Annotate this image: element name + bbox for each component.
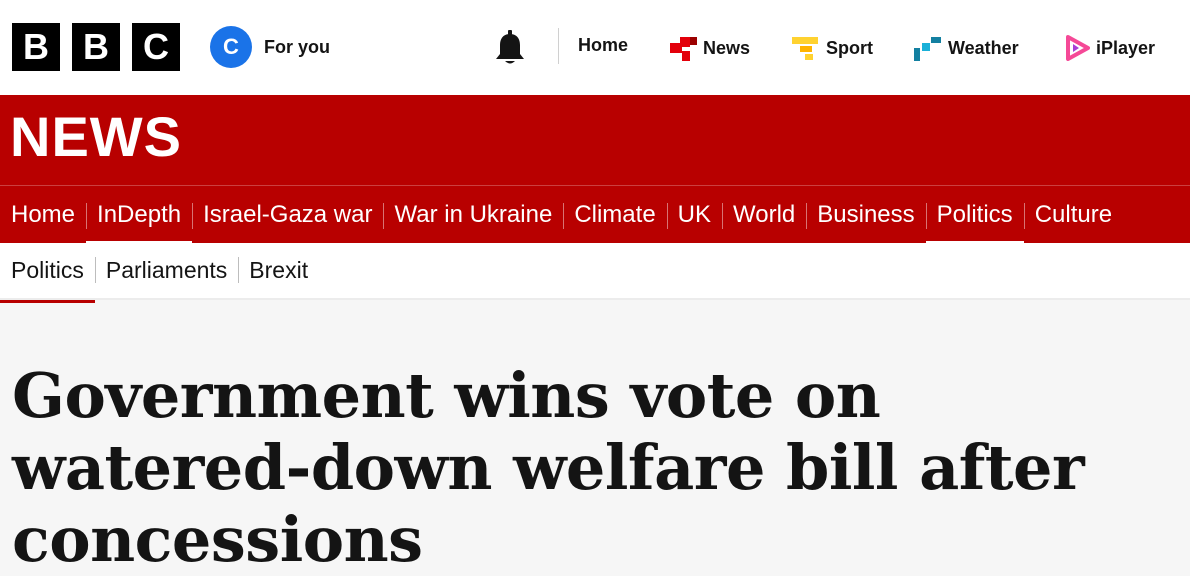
bbc-logo-letter: C (132, 23, 180, 71)
for-you-label: For you (264, 36, 330, 57)
top-link-news[interactable]: News (670, 35, 750, 61)
weather-icon (914, 37, 941, 61)
nav-item-business[interactable]: Business (806, 186, 925, 244)
primary-nav: Home InDepth Israel-Gaza war War in Ukra… (0, 185, 1190, 245)
subnav-item-politics[interactable]: Politics (0, 243, 95, 303)
article-headline: Government wins vote on watered-down wel… (12, 359, 1085, 576)
news-icon (670, 37, 697, 61)
top-link-label: Weather (948, 37, 1019, 58)
top-divider (558, 28, 559, 64)
top-link-iplayer[interactable]: iPlayer (1066, 35, 1155, 61)
nav-item-home[interactable]: Home (0, 186, 86, 244)
news-masthead: NEWS (0, 95, 1190, 185)
bbc-logo[interactable]: B B C (12, 23, 180, 71)
avatar: C (210, 26, 252, 68)
top-link-label: News (703, 37, 751, 58)
sport-icon (792, 37, 818, 60)
top-link-label: Sport (826, 37, 873, 58)
nav-item-climate[interactable]: Climate (563, 186, 666, 244)
secondary-nav: Politics Parliaments Brexit (0, 243, 1190, 303)
top-link-label: iPlayer (1096, 37, 1156, 58)
subnav-item-brexit[interactable]: Brexit (238, 243, 319, 298)
section-title[interactable]: NEWS (10, 109, 182, 165)
nav-item-world[interactable]: World (722, 186, 806, 244)
top-account-bar: B B C C For you Home News Sport Weather … (0, 0, 1190, 95)
nav-item-israel-gaza-war[interactable]: Israel-Gaza war (192, 186, 383, 244)
top-link-label: Home (578, 35, 629, 55)
bbc-logo-letter: B (12, 23, 60, 71)
bell-icon[interactable] (494, 30, 526, 66)
nav-item-indepth[interactable]: InDepth (86, 186, 193, 245)
top-link-home[interactable]: Home (578, 35, 628, 56)
for-you-button[interactable]: C For you (210, 26, 330, 68)
nav-item-politics[interactable]: Politics (925, 186, 1024, 245)
nav-item-uk[interactable]: UK (666, 186, 722, 244)
iplayer-icon (1066, 35, 1090, 61)
nav-item-war-in-ukraine[interactable]: War in Ukraine (383, 186, 563, 244)
subnav-item-parliaments[interactable]: Parliaments (94, 243, 238, 298)
top-link-sport[interactable]: Sport (792, 35, 873, 61)
bbc-logo-letter: B (72, 23, 120, 71)
nav-item-culture[interactable]: Culture (1023, 186, 1123, 244)
top-link-weather[interactable]: Weather (914, 35, 1019, 61)
subnav-divider (0, 298, 1190, 300)
